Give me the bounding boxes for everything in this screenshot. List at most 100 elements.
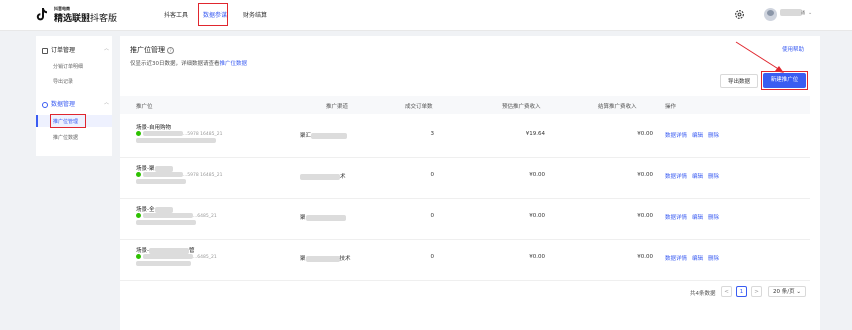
promo-extra (136, 261, 191, 267)
blurred-text (311, 132, 348, 139)
blurred-text (305, 214, 346, 221)
wechat-icon (136, 131, 141, 136)
sidebar-group-data[interactable]: 数据管理 (42, 99, 75, 108)
question-icon[interactable]: ? (167, 46, 174, 54)
sidebar-group-orders[interactable]: 订单管理 (42, 45, 75, 54)
sidebar-item-order-detail[interactable]: 分销订单明细 (53, 63, 83, 70)
settled-income: ¥0.00 (637, 131, 653, 137)
top-bar: 抖音电商 精选联盟 抖客版 抖客工具 数据参谋 财务结算 通 ⌄ (0, 0, 852, 31)
wechat-icon (136, 213, 141, 218)
table-row: 场景-全 ...6485_21 聚 0 ¥0.00 ¥0.00 数据详情 编辑 删除 (120, 198, 810, 240)
promo-name: 场景-自用购物 (136, 125, 171, 131)
order-count: 0 (430, 213, 435, 219)
blurred-text (136, 138, 216, 143)
data-detail-link[interactable]: 数据详情 (665, 215, 687, 221)
sidebar-item-export-records[interactable]: 导出记录 (53, 78, 73, 85)
edit-link[interactable]: 编辑 (692, 256, 703, 262)
chevron-up-icon[interactable]: ︿ (104, 99, 109, 106)
wechat-icon (136, 172, 141, 177)
sidebar-item-promo-data[interactable]: 推广位数据 (53, 134, 78, 141)
username-suffix: 通 (801, 10, 805, 15)
blurred-text (143, 172, 183, 177)
col-estimated: 预估推广费收入 (502, 104, 541, 110)
promo-id: ...5978 16485_21 (136, 131, 222, 137)
promo-id: ...6485_21 (136, 254, 217, 260)
blurred-text (149, 247, 189, 254)
data-detail-link[interactable]: 数据详情 (665, 133, 687, 139)
next-page-button[interactable]: > (751, 286, 762, 297)
delete-link[interactable]: 删除 (708, 174, 719, 180)
data-detail-link[interactable]: 数据详情 (665, 174, 687, 180)
promo-id: ...6485_21 (136, 213, 217, 219)
blurred-text (154, 165, 173, 172)
estimated-income: ¥0.00 (529, 254, 545, 260)
row-actions: 数据详情 编辑 删除 (665, 213, 724, 221)
table-row: 场景-自用购物 ...5978 16485_21 聚汇 3 ¥19.64 ¥0.… (120, 116, 810, 158)
blurred-text (305, 255, 340, 262)
page-1-button[interactable]: 1 (736, 286, 747, 297)
col-channel: 推广渠道 (326, 104, 349, 110)
promo-extra (136, 220, 196, 226)
chevron-down-icon[interactable]: ⌄ (808, 10, 812, 16)
page-title: 推广位管理? (130, 45, 174, 55)
promo-extra (136, 138, 216, 144)
delete-link[interactable]: 删除 (708, 215, 719, 221)
col-settled: 结算推广费收入 (598, 104, 637, 110)
promo-name: 场景-全 (136, 205, 173, 213)
estimated-income: ¥0.00 (529, 172, 545, 178)
new-button-highlight-box (761, 71, 808, 90)
order-count: 0 (430, 172, 435, 178)
promo-channel: 聚技术 (300, 255, 351, 262)
brand-subtitle: 抖客版 (90, 14, 118, 24)
promo-extra (136, 179, 186, 185)
chevron-up-icon[interactable]: ︿ (104, 45, 109, 52)
order-count: 0 (430, 254, 435, 260)
page-size-select[interactable]: 20 条/页 ⌄ (768, 286, 806, 297)
settled-income: ¥0.00 (637, 172, 653, 178)
col-ops: 操作 (665, 104, 677, 110)
brand-name: 精选联盟 (54, 14, 91, 24)
col-promo: 推广位 (136, 104, 153, 110)
estimated-income: ¥0.00 (529, 213, 545, 219)
table-header: 推广位 推广渠道 成交订单数 预估推广费收入 结算推广费收入 操作 (120, 96, 810, 114)
wechat-icon (136, 254, 141, 259)
blurred-text (136, 179, 186, 184)
order-icon (42, 47, 48, 54)
delete-link[interactable]: 删除 (708, 256, 719, 262)
edit-link[interactable]: 编辑 (692, 174, 703, 180)
data-detail-link[interactable]: 数据详情 (665, 256, 687, 262)
sidebar: 订单管理 ︿ 分销订单明细 导出记录 数据管理 ︿ 推广位管理 推广位数据 (36, 36, 112, 156)
estimated-income: ¥19.64 (525, 131, 545, 137)
main-panel: 推广位管理? 仅显示近30日数据，详细数据请查看推广位数据 使用帮助 导出数据 … (120, 36, 820, 330)
chevron-down-icon: ⌄ (796, 289, 801, 295)
avatar[interactable] (764, 8, 777, 21)
usage-help-link[interactable]: 使用帮助 (782, 45, 804, 53)
blurred-text (136, 220, 196, 225)
promo-data-link[interactable]: 推广位数据 (220, 61, 248, 67)
edit-link[interactable]: 编辑 (692, 133, 703, 139)
export-data-button[interactable]: 导出数据 (720, 74, 758, 88)
blurred-text (143, 131, 183, 136)
sidebar-active-indicator (36, 115, 38, 127)
blurred-text (154, 206, 173, 213)
order-count: 3 (430, 131, 435, 137)
nav-finance[interactable]: 财务结算 (243, 10, 267, 19)
row-actions: 数据详情 编辑 删除 (665, 131, 724, 139)
delete-link[interactable]: 删除 (708, 133, 719, 139)
sidebar-highlight-box (50, 114, 86, 128)
row-actions: 数据详情 编辑 删除 (665, 172, 724, 180)
row-actions: 数据详情 编辑 删除 (665, 254, 724, 262)
brand-divider (86, 13, 87, 22)
settings-gear-icon[interactable] (734, 9, 745, 20)
pagination-total: 共4条数据 (690, 291, 716, 297)
promo-name: 场景- 管 (136, 247, 195, 254)
edit-link[interactable]: 编辑 (692, 215, 703, 221)
nav-tools[interactable]: 抖客工具 (164, 10, 188, 19)
blurred-text (143, 213, 193, 218)
promo-id: ...5978 16485_21 (136, 172, 222, 178)
settled-income: ¥0.00 (637, 213, 653, 219)
table-row: 场景-聚 ...5978 16485_21 术 0 ¥0.00 ¥0.00 数据… (120, 157, 810, 199)
prev-page-button[interactable]: < (721, 286, 732, 297)
promo-name: 场景-聚 (136, 164, 173, 172)
settled-income: ¥0.00 (637, 254, 653, 260)
